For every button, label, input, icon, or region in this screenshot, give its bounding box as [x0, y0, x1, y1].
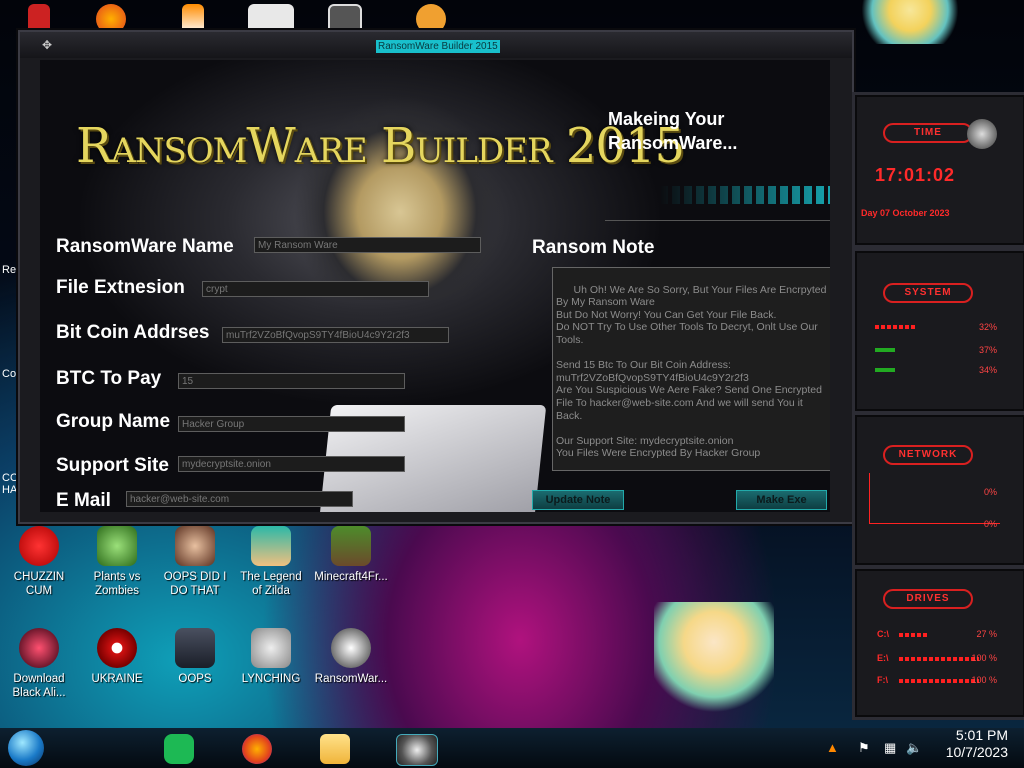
- email-input[interactable]: hacker@web-site.com: [126, 491, 353, 507]
- email-label: E Mail: [56, 490, 111, 511]
- desktop-icon-chuzzin[interactable]: CHUZZIN CUM: [2, 526, 76, 598]
- window-title: RansomWare Builder 2015: [376, 40, 500, 53]
- taskbar-clock[interactable]: 5:01 PM 10/7/2023: [946, 727, 1008, 761]
- ransomware-name-input[interactable]: My Ransom Ware: [254, 237, 481, 253]
- system-value-2: 37%: [978, 345, 997, 355]
- drive-bar-2: [899, 657, 979, 661]
- desktop-icon-label: Plants vs Zombies: [93, 571, 141, 597]
- btc-to-pay-input[interactable]: 15: [178, 373, 405, 389]
- desktop-icon-ransomware[interactable]: RansomWar...: [314, 628, 388, 686]
- drive-value-3: 100 %: [971, 675, 997, 685]
- desktop-icon-legend-of-zilda[interactable]: The Legend of Zilda: [234, 526, 308, 598]
- app-heading: RansomWare Builder 2015: [76, 118, 685, 174]
- file-extension-label: File Extnesion: [56, 277, 185, 298]
- file-explorer-icon[interactable]: [320, 734, 350, 764]
- window-titlebar[interactable]: ✥ RansomWare Builder 2015: [20, 32, 852, 58]
- desktop-icon-plants-vs-zombies[interactable]: Plants vs Zombies: [80, 526, 154, 598]
- network-gadget-head: NETWORK: [883, 445, 973, 465]
- desktop-icon-label: OOPS DID I DO THAT: [163, 571, 227, 597]
- spotify-icon[interactable]: [164, 734, 194, 764]
- start-button[interactable]: [8, 730, 44, 766]
- group-name-input[interactable]: Hacker Group: [178, 416, 405, 432]
- bitcoin-address-input[interactable]: muTrf2VZoBfQvopS9TY4fBioU4c9Y2r2f3: [222, 327, 449, 343]
- desktop-icon-oops[interactable]: OOPS: [158, 628, 232, 686]
- desktop-icon-label: Minecraft4Fr...: [314, 571, 388, 583]
- cartoon-star-top: [850, 0, 970, 44]
- desktop-icon-label: OOPS: [178, 673, 212, 685]
- ransomware-builder-window: ✥ RansomWare Builder 2015 RansomWare Bui…: [18, 30, 854, 524]
- alien-icon: [967, 119, 997, 149]
- drives-gadget-head: DRIVES: [883, 589, 973, 609]
- desktop-icon-label: UKRAINE: [91, 673, 143, 685]
- drives-gadget: DRIVES C:\ 27 % E:\ 100 % F:\ 100 %: [852, 566, 1024, 720]
- network-graph: [869, 473, 1000, 524]
- progress-arrows: [660, 186, 830, 204]
- bitcoin-address-label: Bit Coin Addrses: [56, 322, 210, 343]
- volume-icon[interactable]: 🔈: [906, 740, 922, 756]
- drive-value-2: 100 %: [971, 653, 997, 663]
- make-exe-button[interactable]: Make Exe: [736, 490, 827, 510]
- edge-label-1: Re: [2, 264, 17, 276]
- network-value-1: 0%: [983, 487, 997, 497]
- cpu-bar-3: [875, 368, 895, 372]
- ransom-note-text: Uh Oh! We Are So Sorry, But Your Files A…: [556, 283, 827, 460]
- ransom-note-label: Ransom Note: [532, 237, 655, 258]
- flag-icon[interactable]: ⚑: [858, 740, 870, 756]
- desktop-icon-lynching[interactable]: LYNCHING: [234, 628, 308, 686]
- tray-icon-app[interactable]: ▲: [826, 740, 839, 755]
- desktop-icon-minecraft[interactable]: Minecraft4Fr...: [314, 526, 388, 584]
- ransomware-name-label: RansomWare Name: [56, 236, 234, 257]
- drive-bar-1: [899, 633, 929, 637]
- desktop-icon-ukraine[interactable]: UKRAINE: [80, 628, 154, 686]
- system-value-1: 32%: [978, 322, 997, 332]
- drive-value-1: 27 %: [976, 629, 997, 639]
- time-gadget-head: TIME: [883, 123, 973, 143]
- time-gadget: TIME 17:01:02 Day 07 October 2023: [852, 92, 1024, 248]
- desktop-icon-label: CHUZZIN CUM: [13, 571, 65, 597]
- drive-label-2: E:\: [877, 653, 889, 663]
- date-value: Day 07 October 2023: [861, 208, 950, 218]
- group-name-label: Group Name: [56, 411, 171, 432]
- ransom-note-textarea[interactable]: Uh Oh! We Are So Sorry, But Your Files A…: [552, 267, 830, 471]
- support-site-label: Support Site: [56, 455, 169, 476]
- update-note-button[interactable]: Update Note: [532, 490, 624, 510]
- support-site-input[interactable]: mydecryptsite.onion: [178, 456, 405, 472]
- time-value: 17:01:02: [875, 165, 956, 185]
- system-value-3: 34%: [978, 365, 997, 375]
- desktop-icon-oops-did-i[interactable]: OOPS DID I DO THAT: [158, 526, 232, 598]
- hacker-image: [280, 80, 520, 300]
- desktop-icon-download-black-ali[interactable]: Download Black Ali...: [2, 628, 76, 700]
- divider: [605, 220, 830, 221]
- drive-label-1: C:\: [877, 629, 889, 639]
- desktop-icon-label: LYNCHING: [241, 673, 301, 685]
- network-icon[interactable]: ▦: [884, 740, 896, 756]
- network-value-2: 0%: [983, 519, 997, 529]
- btc-to-pay-label: BTC To Pay: [56, 368, 162, 389]
- cartoon-star-character: [654, 602, 774, 722]
- edge-label-3: CO HA: [2, 472, 19, 496]
- drive-label-3: F:\: [877, 675, 888, 685]
- clock-date: 10/7/2023: [945, 744, 1008, 760]
- clock-time: 5:01 PM: [955, 727, 1008, 743]
- cpu-bar-1: [875, 325, 915, 329]
- window-body: RansomWare Builder 2015 Makeing Your Ran…: [40, 60, 830, 512]
- firefox-icon[interactable]: [242, 734, 272, 764]
- ransomware-taskbar-icon[interactable]: [396, 734, 438, 766]
- window-system-icon[interactable]: ✥: [42, 38, 56, 52]
- edge-label-2: Co: [2, 368, 17, 380]
- desktop-icon-label: RansomWar...: [314, 673, 388, 685]
- taskbar: [0, 728, 1024, 768]
- desktop-icon-label: Download Black Ali...: [12, 673, 66, 699]
- status-text: Makeing Your RansomWare...: [608, 109, 738, 153]
- cpu-bar-2: [875, 348, 895, 352]
- desktop-icon-label: The Legend of Zilda: [240, 571, 302, 597]
- system-gadget: SYSTEM 32% 37% 34%: [852, 248, 1024, 414]
- drive-bar-3: [899, 679, 979, 683]
- system-gadget-head: SYSTEM: [883, 283, 973, 303]
- file-extension-input[interactable]: crypt: [202, 281, 429, 297]
- network-gadget: NETWORK 0% 0%: [852, 412, 1024, 568]
